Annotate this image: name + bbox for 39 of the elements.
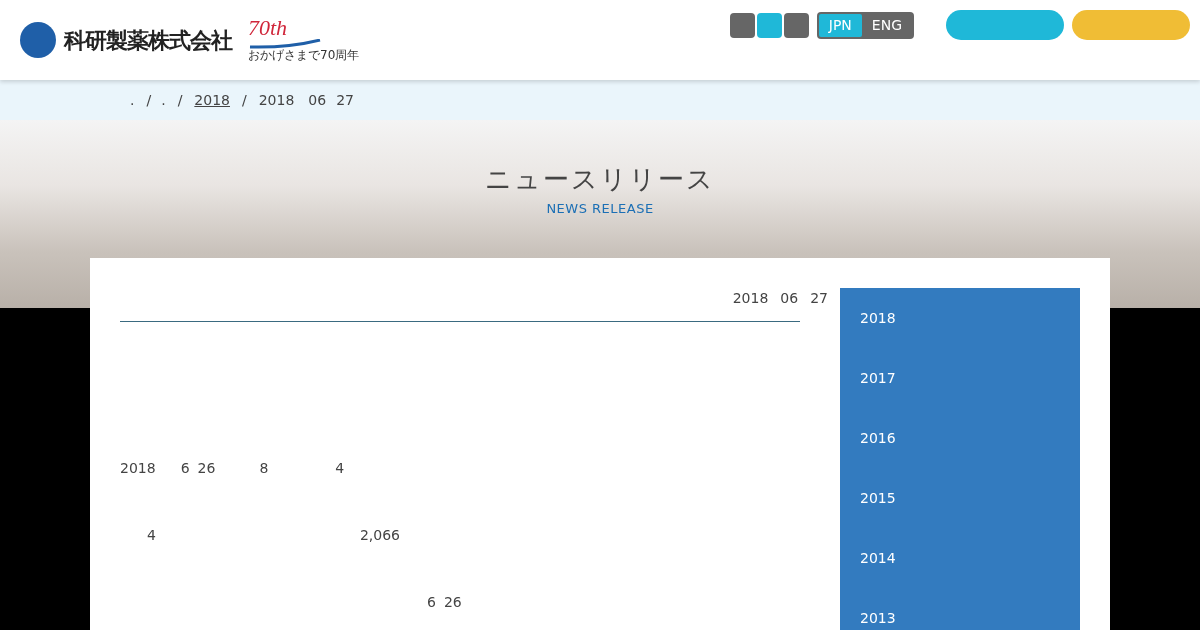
article-text: 26: [443, 593, 462, 612]
breadcrumb-separator: /: [146, 90, 152, 110]
page-subtitle: NEWS RELEASE: [546, 200, 654, 218]
article-text: 2,066: [359, 526, 400, 545]
font-size-button[interactable]: [756, 12, 782, 38]
article-text: 4: [147, 526, 156, 545]
breadcrumb-item: 2018: [258, 90, 295, 110]
breadcrumb-item: 27: [336, 90, 354, 110]
breadcrumb-item: .: [161, 90, 166, 110]
breadcrumb-item: .: [130, 90, 135, 110]
date-text: 2018: [732, 289, 769, 308]
year-link[interactable]: 2017: [840, 348, 1080, 408]
year-link[interactable]: 2014: [840, 528, 1080, 588]
font-size-button[interactable]: [729, 12, 755, 38]
year-link[interactable]: 2013: [840, 588, 1080, 630]
breadcrumb-link[interactable]: 2018: [194, 89, 230, 111]
date-text: 27: [810, 289, 828, 308]
article-text: 4: [335, 459, 345, 478]
year-link[interactable]: 2015: [840, 468, 1080, 528]
page-title: ニュースリリース: [485, 163, 715, 196]
breadcrumb-separator: /: [177, 90, 183, 110]
breadcrumb-separator: /: [242, 90, 247, 110]
company-logo-icon: [20, 22, 56, 58]
company-name: 科研製薬株式会社: [64, 26, 232, 55]
font-size-button[interactable]: [783, 12, 809, 38]
language-tab[interactable]: ENG: [861, 13, 912, 37]
article-text: 6: [180, 459, 190, 478]
anniversary-logo: 70th おかげさまで70周年: [248, 17, 360, 63]
article-text: 8: [259, 459, 269, 478]
year-link[interactable]: 2016: [840, 408, 1080, 468]
language-tab[interactable]: JPN: [818, 13, 862, 37]
date-text: 06: [780, 289, 799, 308]
header-button[interactable]: [946, 10, 1064, 40]
article-text: 26: [197, 459, 216, 478]
header-button[interactable]: [1072, 10, 1190, 40]
article-text: 2018: [120, 459, 156, 478]
article-text: 6: [427, 593, 436, 612]
year-link[interactable]: 2018: [840, 288, 1080, 348]
breadcrumb-item: 06: [308, 90, 327, 110]
